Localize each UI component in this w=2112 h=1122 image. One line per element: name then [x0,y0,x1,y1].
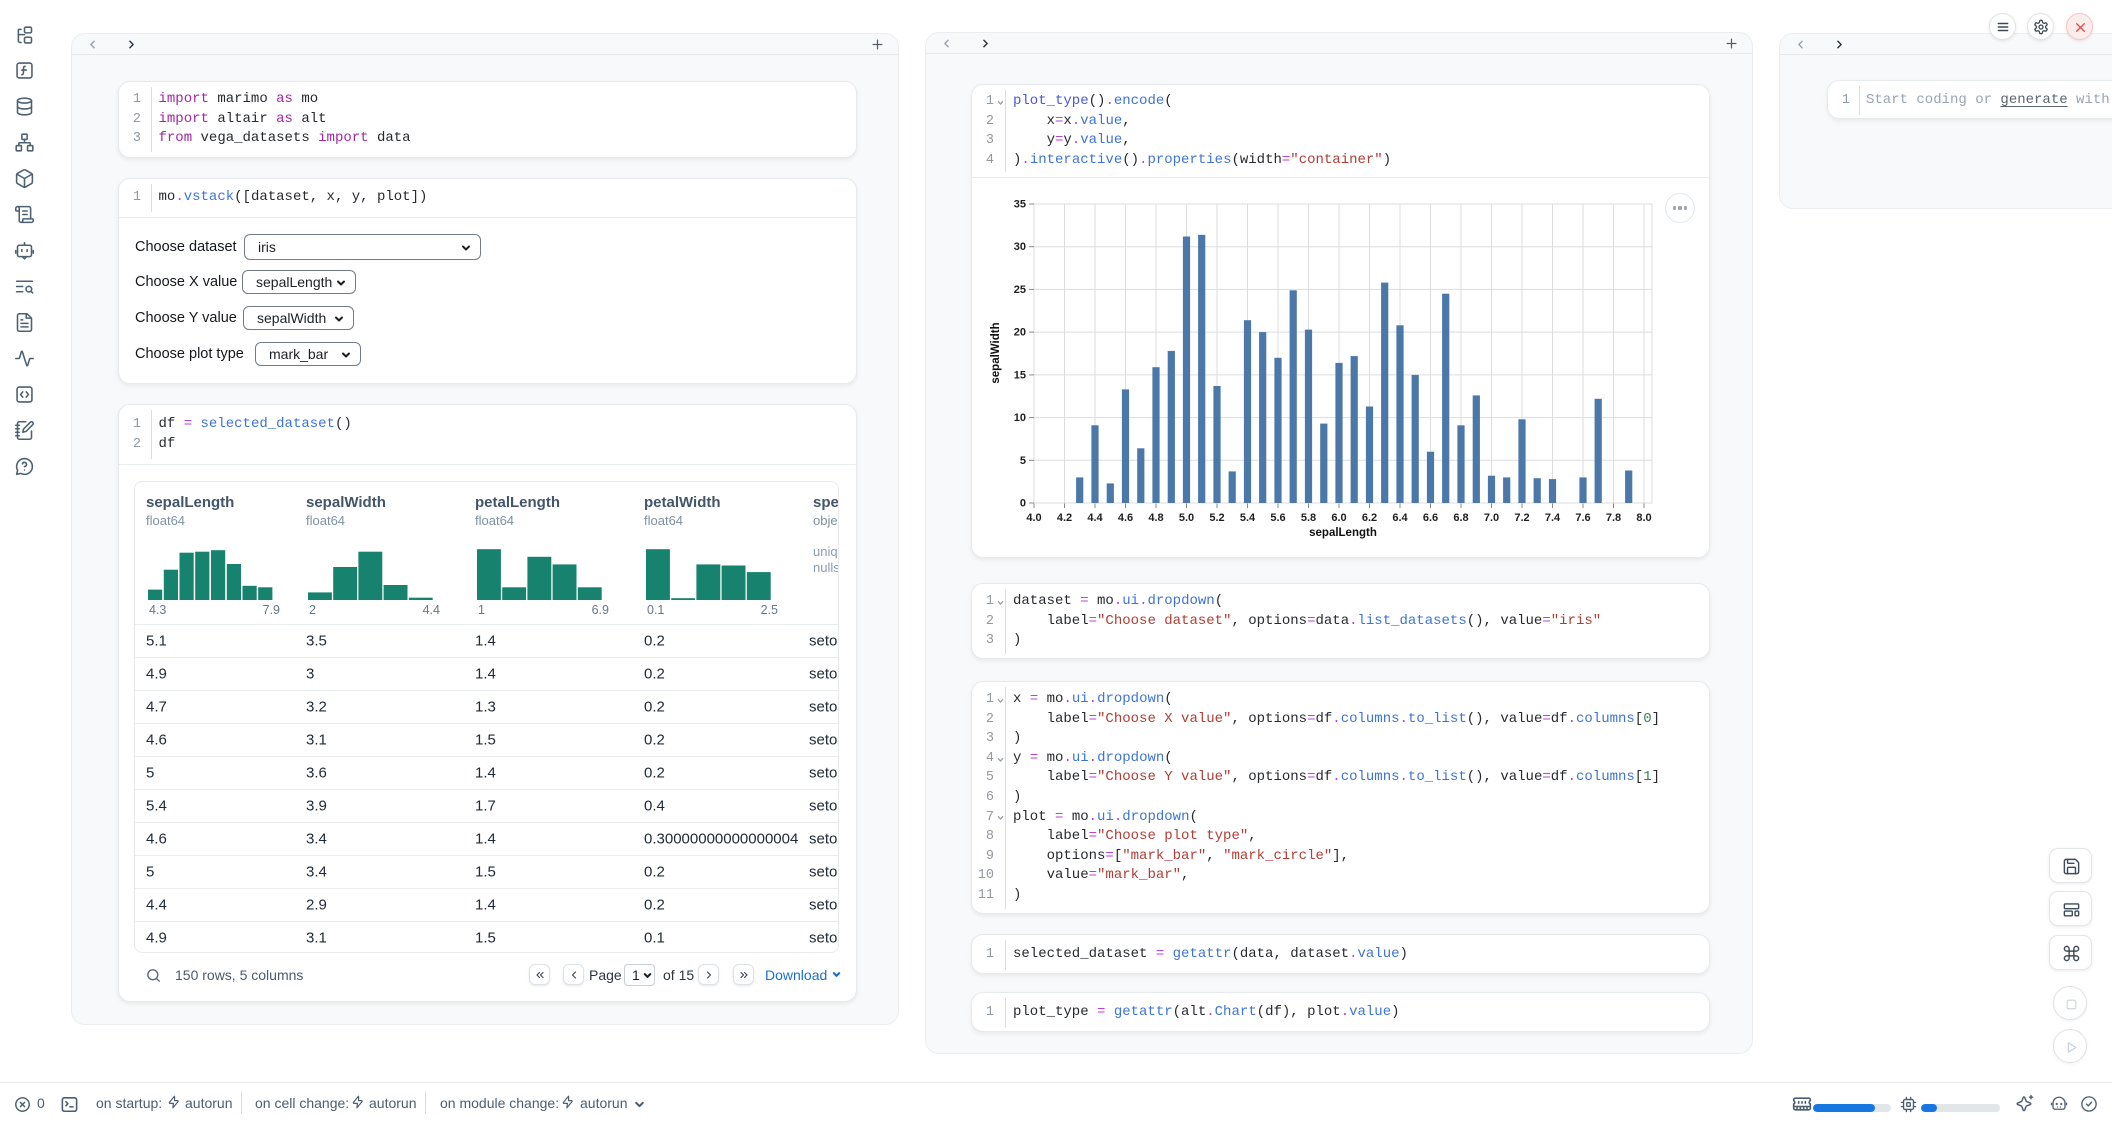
svg-text:30: 30 [1014,242,1026,254]
svg-text:5.6: 5.6 [1270,512,1285,524]
svg-text:20: 20 [1014,327,1026,339]
svg-text:6.4: 6.4 [1392,512,1408,524]
svg-text:6.8: 6.8 [1453,512,1468,524]
svg-text:5.8: 5.8 [1301,512,1316,524]
svg-text:4.0: 4.0 [1026,512,1041,524]
svg-text:10: 10 [1014,412,1026,424]
svg-text:5.0: 5.0 [1179,512,1194,524]
svg-text:6.2: 6.2 [1362,512,1377,524]
svg-text:7.0: 7.0 [1484,512,1499,524]
svg-text:4.4: 4.4 [1087,512,1103,524]
svg-text:7.4: 7.4 [1545,512,1561,524]
svg-text:7.2: 7.2 [1514,512,1529,524]
svg-text:15: 15 [1014,370,1026,382]
svg-text:6.0: 6.0 [1331,512,1346,524]
svg-text:7.6: 7.6 [1575,512,1590,524]
svg-text:25: 25 [1014,284,1026,296]
svg-text:5.2: 5.2 [1209,512,1224,524]
svg-text:4.8: 4.8 [1148,512,1163,524]
svg-text:5: 5 [1020,455,1026,467]
svg-text:8.0: 8.0 [1636,512,1651,524]
svg-text:35: 35 [1014,199,1026,211]
svg-text:5.4: 5.4 [1240,512,1256,524]
svg-text:sepalWidth: sepalWidth [990,323,1002,384]
svg-text:0: 0 [1020,498,1026,510]
svg-text:7.8: 7.8 [1606,512,1621,524]
svg-text:4.2: 4.2 [1057,512,1072,524]
svg-text:sepalLength: sepalLength [1309,527,1377,539]
svg-text:6.6: 6.6 [1423,512,1438,524]
svg-text:4.6: 4.6 [1118,512,1133,524]
